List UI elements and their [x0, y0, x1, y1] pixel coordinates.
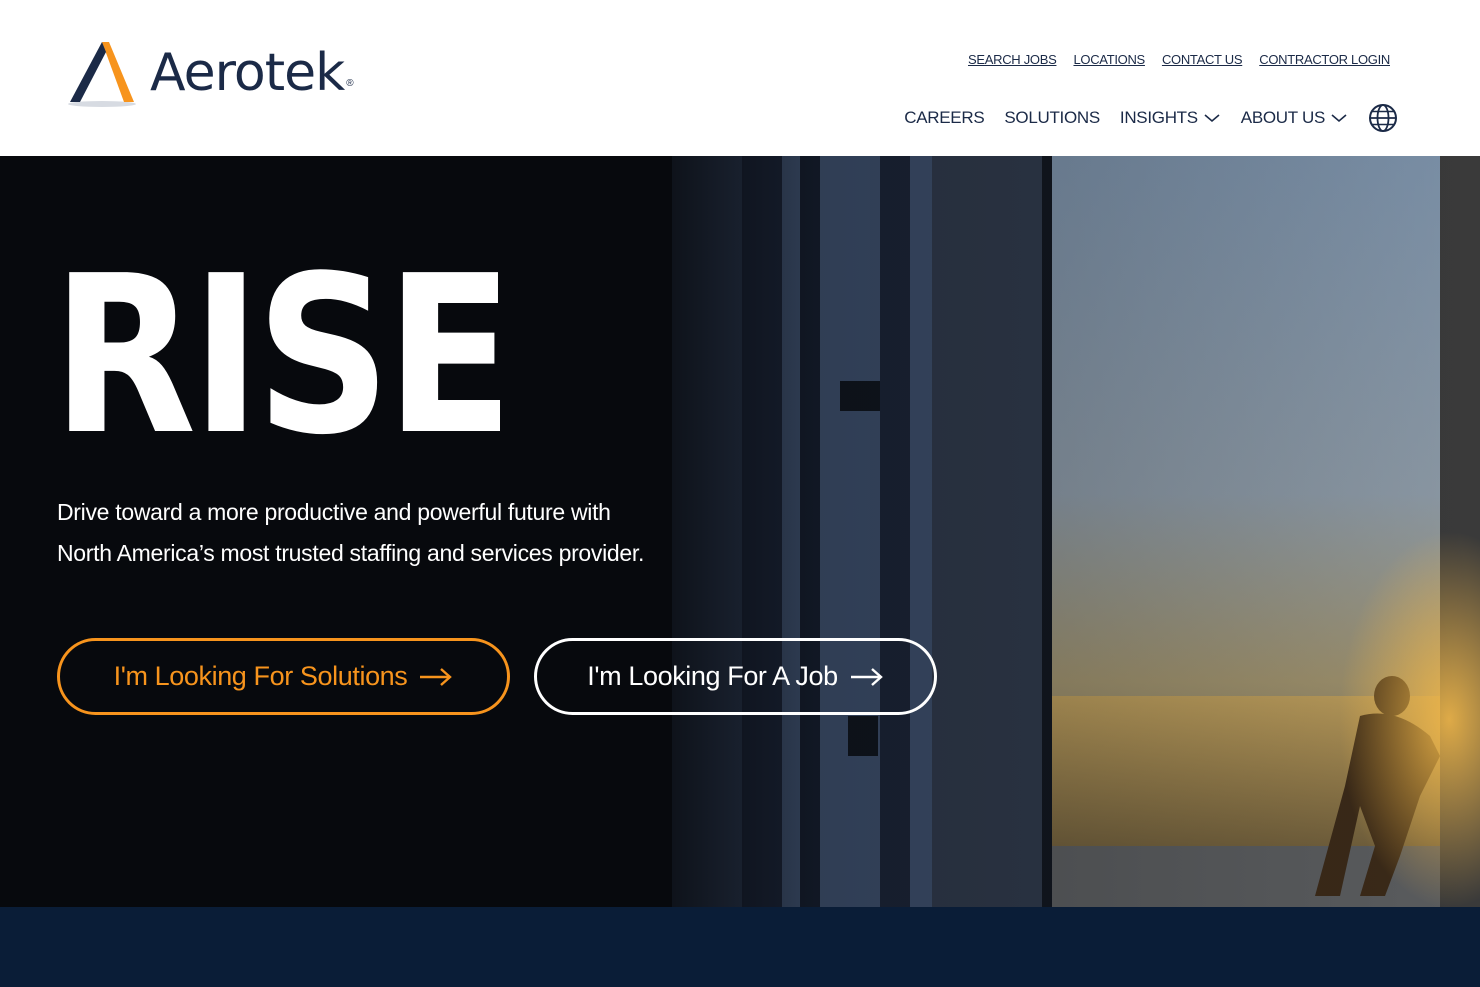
chevron-down-icon	[1204, 114, 1220, 123]
language-selector[interactable]	[1368, 103, 1398, 133]
util-link-search-jobs[interactable]: SEARCH JOBS	[968, 52, 1057, 67]
nav-about-label: ABOUT US	[1240, 108, 1326, 127]
utility-nav: SEARCH JOBS LOCATIONS CONTACT US CONTRAC…	[968, 52, 1390, 67]
logo-wordmark: Aerotek	[150, 43, 345, 103]
nav-insights[interactable]: INSIGHTS	[1120, 108, 1221, 128]
nav-solutions[interactable]: SOLUTIONS	[1004, 108, 1100, 128]
hero-subtitle-line-2: North America’s most trusted staffing an…	[57, 540, 645, 566]
registered-mark: ®	[346, 77, 354, 89]
nav-careers-label: CAREERS	[904, 108, 985, 127]
util-link-locations[interactable]: LOCATIONS	[1073, 52, 1145, 67]
nav-insights-label: INSIGHTS	[1119, 108, 1198, 127]
hero-section: RISE Drive toward a more productive and …	[0, 156, 1480, 907]
nav-solutions-label: SOLUTIONS	[1004, 108, 1100, 127]
site-header: Aerotek ® SEARCH JOBS LOCATIONS CONTACT …	[0, 0, 1480, 156]
hero-title: RISE	[52, 230, 514, 483]
solutions-button-label: I'm Looking For Solutions	[113, 661, 408, 691]
hero-subtitle: Drive toward a more productive and power…	[57, 492, 697, 574]
chevron-down-icon	[1331, 114, 1347, 123]
next-section-band	[0, 907, 1480, 987]
looking-for-solutions-button[interactable]: I'm Looking For Solutions	[57, 638, 510, 715]
aerotek-logo-mark-icon	[68, 42, 136, 107]
main-nav: CAREERS SOLUTIONS INSIGHTS ABOUT US	[904, 103, 1398, 133]
aerotek-logo[interactable]: Aerotek ®	[66, 36, 354, 110]
job-button-label: I'm Looking For A Job	[587, 661, 838, 691]
nav-about-us[interactable]: ABOUT US	[1241, 108, 1348, 128]
hero-subtitle-line-1: Drive toward a more productive and power…	[57, 499, 611, 525]
util-link-contractor-login[interactable]: CONTRACTOR LOGIN	[1259, 52, 1390, 67]
util-link-contact-us[interactable]: CONTACT US	[1162, 52, 1243, 67]
arrow-right-icon	[850, 667, 883, 686]
looking-for-job-button[interactable]: I'm Looking For A Job	[534, 638, 937, 715]
globe-icon	[1369, 104, 1397, 132]
nav-careers[interactable]: CAREERS	[904, 108, 984, 128]
arrow-right-icon	[420, 667, 453, 686]
